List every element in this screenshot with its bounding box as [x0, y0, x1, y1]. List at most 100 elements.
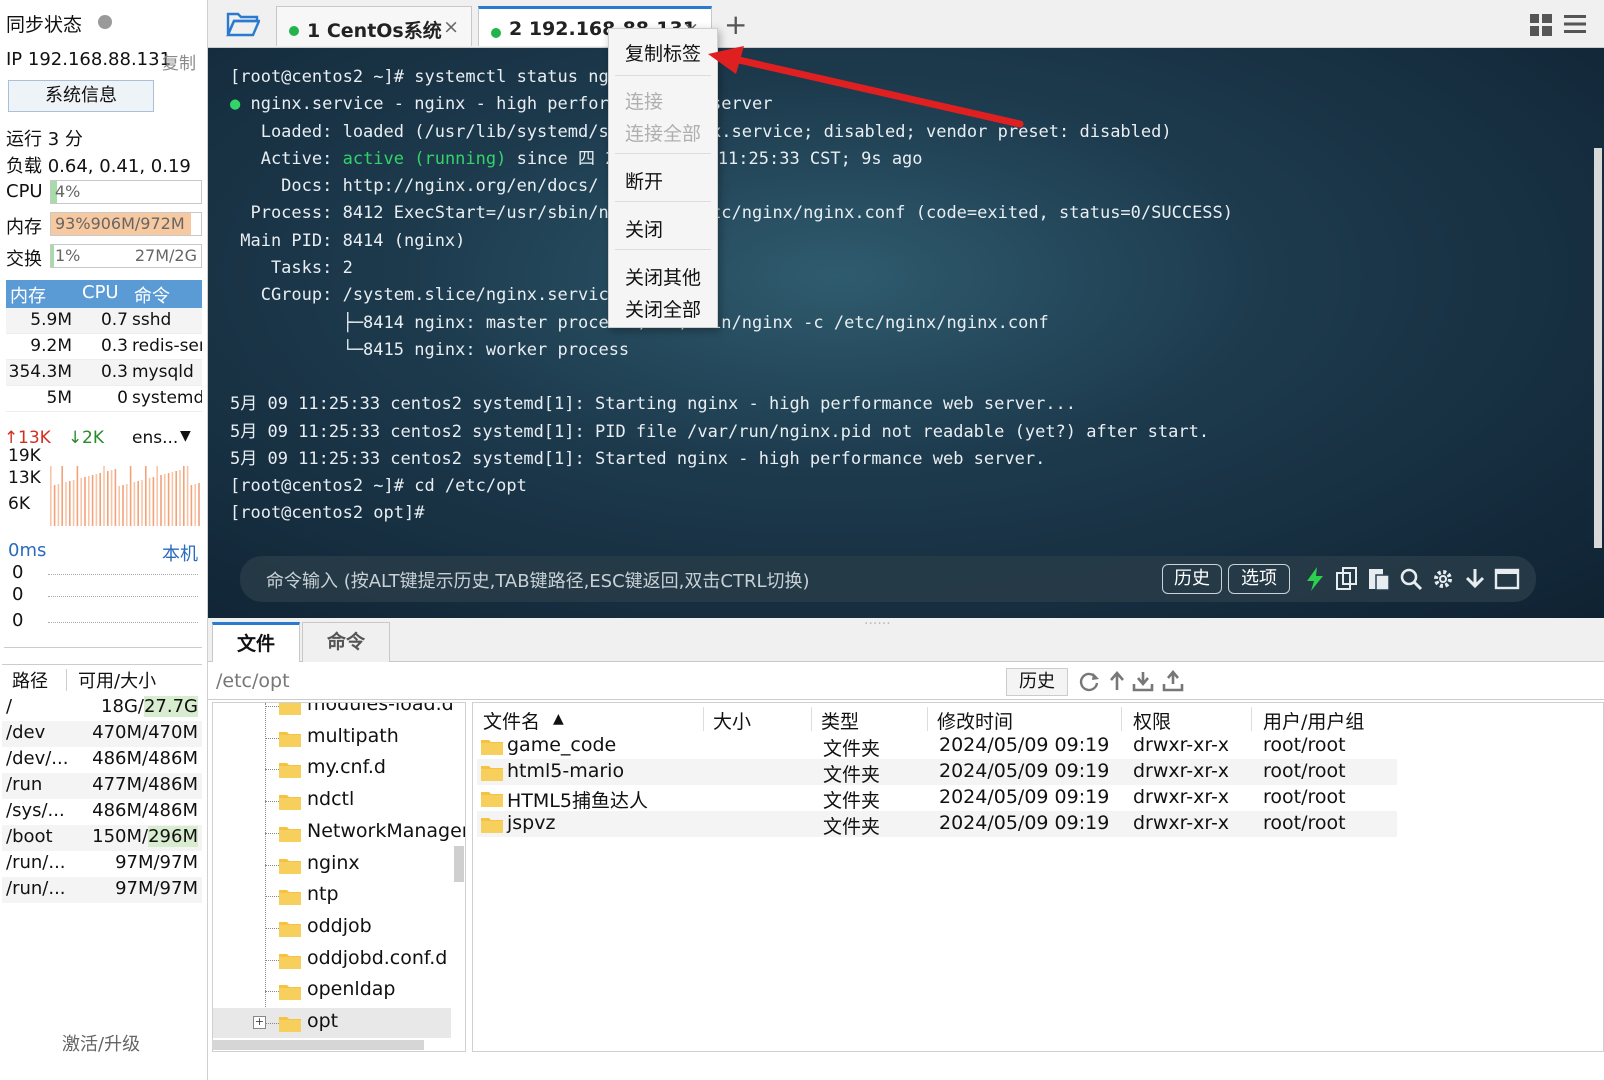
- tree-item[interactable]: openldap: [265, 976, 461, 1006]
- file-row[interactable]: html5-mario 文件夹 2024/05/09 09:19 drwxr-xr-x…: [477, 759, 1397, 786]
- disk-row[interactable]: /run/... 97M/97M: [2, 851, 202, 877]
- folder-icon: [279, 826, 301, 842]
- tree-item-label: NetworkManager: [307, 819, 466, 842]
- close-tab-icon[interactable]: ×: [443, 16, 459, 38]
- network-bar: [69, 481, 71, 526]
- tree-item[interactable]: multipath: [265, 723, 461, 753]
- tree-item[interactable]: NetworkManager: [265, 818, 465, 848]
- tree-item[interactable]: nginx: [265, 850, 461, 880]
- tree-item[interactable]: ndctl: [265, 786, 461, 816]
- disk-row[interactable]: /boot 150M/296M: [2, 825, 202, 851]
- disk-row[interactable]: /run/... 97M/97M: [2, 877, 202, 903]
- col-mem-header[interactable]: 内存: [10, 282, 46, 308]
- history-button[interactable]: 历史: [1162, 564, 1222, 594]
- col-avail-header[interactable]: 可用/大小: [78, 667, 156, 693]
- sort-asc-icon[interactable]: ▲: [553, 711, 564, 727]
- disk-row[interactable]: /dev 470M/470M: [2, 721, 202, 747]
- lightning-icon[interactable]: [1302, 566, 1328, 592]
- swap-meter-fill: [51, 245, 54, 267]
- col-type-header[interactable]: 类型: [821, 707, 859, 734]
- menu-item-connect[interactable]: 连接: [625, 87, 663, 114]
- command-input[interactable]: 命令输入 (按ALT键提示历史,TAB键路径,ESC键返回,双击CTRL切换): [266, 567, 810, 593]
- disk-table: 路径 可用/大小 / 18G/27.7G /dev 470M/470M /dev/.…: [2, 664, 202, 903]
- open-folder-icon[interactable]: [226, 10, 260, 38]
- disk-path: /sys/...: [6, 800, 65, 821]
- tab-files[interactable]: 文件: [212, 622, 300, 662]
- refresh-icon[interactable]: [1078, 670, 1100, 692]
- annotation-arrow: [708, 46, 1024, 128]
- copy-icon[interactable]: [1334, 566, 1360, 592]
- resize-handle[interactable]: ......: [864, 612, 891, 628]
- file-row[interactable]: game_code 文件夹 2024/05/09 09:19 drwxr-xr-x ro…: [477, 733, 1397, 760]
- process-row[interactable]: 354.3M 0.3 mysqld: [6, 360, 202, 386]
- col-path-header[interactable]: 路径: [12, 667, 48, 693]
- col-cpu-header[interactable]: CPU: [82, 282, 119, 303]
- expand-icon[interactable]: +: [253, 1016, 266, 1029]
- disk-row[interactable]: /sys/... 486M/486M: [2, 799, 202, 825]
- tree-item[interactable]: oddjob: [265, 913, 461, 943]
- options-button[interactable]: 选项: [1228, 564, 1290, 594]
- network-bar: [50, 466, 52, 526]
- tree-horizontal-scrollbar[interactable]: [212, 1040, 424, 1050]
- disk-row[interactable]: /run 477M/486M: [2, 773, 202, 799]
- gear-icon[interactable]: [1430, 566, 1456, 592]
- parent-dir-icon[interactable]: [1106, 670, 1128, 692]
- tree-item[interactable]: modules-load.d: [265, 703, 461, 721]
- col-cmd-header[interactable]: 命令: [134, 282, 170, 308]
- file-row[interactable]: HTML5捕鱼达人 文件夹 2024/05/09 09:19 drwxr-xr-x ro…: [477, 785, 1397, 812]
- search-icon[interactable]: [1398, 566, 1424, 592]
- command-input-bar[interactable]: 命令输入 (按ALT键提示历史,TAB键路径,ESC键返回,双击CTRL切换) …: [240, 556, 1536, 602]
- file-row[interactable]: jspvz 文件夹 2024/05/09 09:19 drwxr-xr-x root/r…: [477, 811, 1397, 838]
- folder-icon: [279, 763, 301, 779]
- copy-ip-link[interactable]: 复制: [162, 49, 196, 74]
- menu-item-connect-all[interactable]: 连接全部: [625, 119, 701, 146]
- system-info-button[interactable]: 系统信息: [8, 80, 154, 112]
- path-history-button[interactable]: 历史: [1006, 668, 1068, 696]
- download-icon[interactable]: [1132, 670, 1154, 692]
- tree-item[interactable]: opt +: [213, 1008, 451, 1038]
- menu-item-copy-tag[interactable]: 复制标签: [625, 39, 701, 66]
- ping-target[interactable]: 本机: [162, 540, 198, 566]
- menu-item-disconnect[interactable]: 断开: [625, 167, 663, 194]
- interface-select[interactable]: ens...: [132, 428, 178, 448]
- file-owner: root/root: [1263, 786, 1346, 808]
- col-owner-header[interactable]: 用户/用户组: [1263, 707, 1364, 734]
- menu-item-close-others[interactable]: 关闭其他: [625, 263, 701, 290]
- process-row[interactable]: 9.2M 0.3 redis-ser: [6, 334, 202, 360]
- col-size-header[interactable]: 大小: [713, 707, 751, 734]
- paste-icon[interactable]: [1366, 566, 1392, 592]
- col-filename-header[interactable]: 文件名: [483, 707, 540, 734]
- new-tab-button[interactable]: +: [724, 8, 747, 41]
- menu-item-close-all[interactable]: 关闭全部: [625, 295, 701, 322]
- process-row[interactable]: 5M 0 systemd: [6, 386, 202, 412]
- file-name: html5-mario: [507, 760, 625, 782]
- window-icon[interactable]: [1494, 566, 1520, 592]
- ping-panel: 0ms 本机 0 0 0: [4, 540, 202, 648]
- tree-item-label: oddjob: [307, 914, 372, 937]
- network-bar: [72, 480, 75, 526]
- col-mtime-header[interactable]: 修改时间: [937, 707, 1013, 734]
- tab-session-1[interactable]: 1 CentOs系统 ×: [276, 6, 472, 46]
- disk-row[interactable]: / 18G/27.7G: [2, 695, 202, 721]
- tree-item[interactable]: my.cnf.d: [265, 754, 461, 784]
- tree-item[interactable]: oddjobd.conf.d: [265, 945, 461, 975]
- terminal-scrollbar[interactable]: [1594, 148, 1602, 548]
- menu-item-close[interactable]: 关闭: [625, 215, 663, 242]
- chevron-down-icon[interactable]: ▼: [180, 428, 191, 444]
- file-owner: root/root: [1263, 734, 1346, 756]
- network-bars: [50, 466, 200, 526]
- terminal-line: Docs: http://nginx.org/en/docs/: [230, 176, 599, 197]
- hamburger-menu-icon[interactable]: [1564, 14, 1586, 34]
- col-perm-header[interactable]: 权限: [1133, 707, 1171, 734]
- tab-commands[interactable]: 命令: [302, 622, 390, 662]
- tree-item[interactable]: ntp: [265, 881, 461, 911]
- layout-grid-icon[interactable]: [1530, 14, 1552, 36]
- process-row[interactable]: 5.9M 0.7 sshd: [6, 308, 202, 334]
- upload-icon[interactable]: [1162, 670, 1184, 692]
- download-arrow-icon[interactable]: [1462, 566, 1488, 592]
- path-input[interactable]: /etc/opt: [216, 670, 290, 692]
- network-bar: [57, 484, 60, 526]
- tree-scrollbar[interactable]: [454, 846, 464, 882]
- activate-upgrade-link[interactable]: 激活/升级: [62, 1030, 140, 1056]
- disk-row[interactable]: /dev/... 486M/486M: [2, 747, 202, 773]
